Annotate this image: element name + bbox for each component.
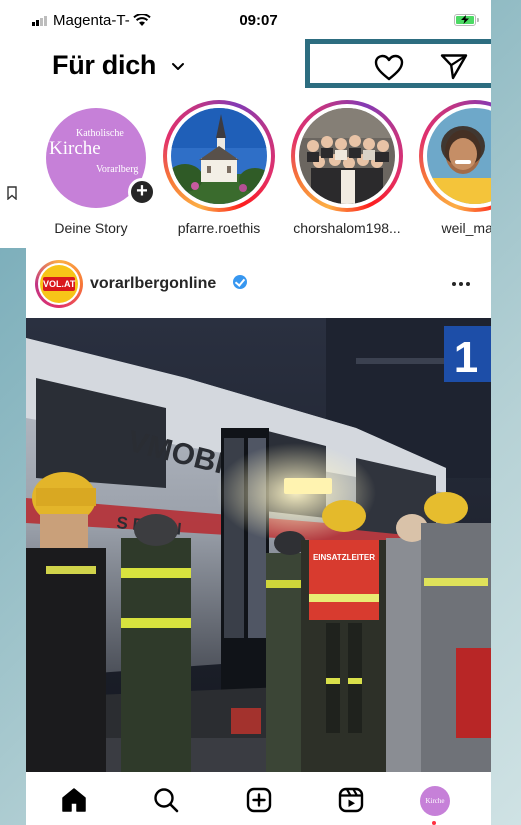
verified-badge-icon: [233, 275, 247, 289]
stories-tray: Katholische Kirche Vorarlberg + Deine St…: [26, 96, 491, 242]
notification-dot: [432, 821, 436, 825]
profile-avatar[interactable]: Kirche: [420, 786, 450, 816]
home-icon[interactable]: [60, 786, 88, 814]
feed-selector[interactable]: Für dich: [52, 50, 156, 81]
post-author-avatar[interactable]: VOL.AT: [35, 260, 83, 308]
bookmark-icon: [7, 186, 17, 200]
story-avatar: [171, 108, 267, 204]
story-label: weil_ma_g: [441, 220, 491, 236]
chevron-down-icon[interactable]: [171, 62, 185, 71]
reels-icon[interactable]: [337, 786, 365, 814]
post-username[interactable]: vorarlbergonline: [90, 275, 216, 293]
clock: 09:07: [239, 12, 278, 29]
background-card: [0, 0, 26, 248]
more-options-icon[interactable]: [452, 282, 470, 286]
instagram-app: Magenta-T- 09:07 Für dich Katholische Ki…: [26, 0, 491, 825]
post-header: VOL.AT vorarlbergonline: [26, 254, 491, 310]
search-icon[interactable]: [152, 786, 180, 814]
post-image[interactable]: 1 VMOBIL S BAHN: [26, 318, 491, 772]
battery-charging-icon: [454, 14, 479, 26]
story-label: chorshalom198...: [293, 220, 401, 236]
status-bar: Magenta-T- 09:07: [26, 0, 491, 40]
platform-number: 1: [454, 333, 478, 382]
create-icon[interactable]: [245, 786, 273, 814]
story-label: Deine Story: [54, 220, 128, 236]
heart-icon[interactable]: [374, 54, 404, 81]
direct-message-icon[interactable]: [440, 53, 468, 80]
feed-header: Für dich: [26, 39, 491, 94]
vol-logo: VOL.AT: [43, 277, 76, 291]
story-label: pfarre.roethis: [177, 220, 261, 236]
story-avatar: [299, 108, 395, 204]
add-story-icon[interactable]: +: [128, 178, 156, 206]
bottom-navigation: Kirche: [26, 772, 491, 825]
vest-lettering: EINSATZLEITER: [313, 553, 375, 562]
